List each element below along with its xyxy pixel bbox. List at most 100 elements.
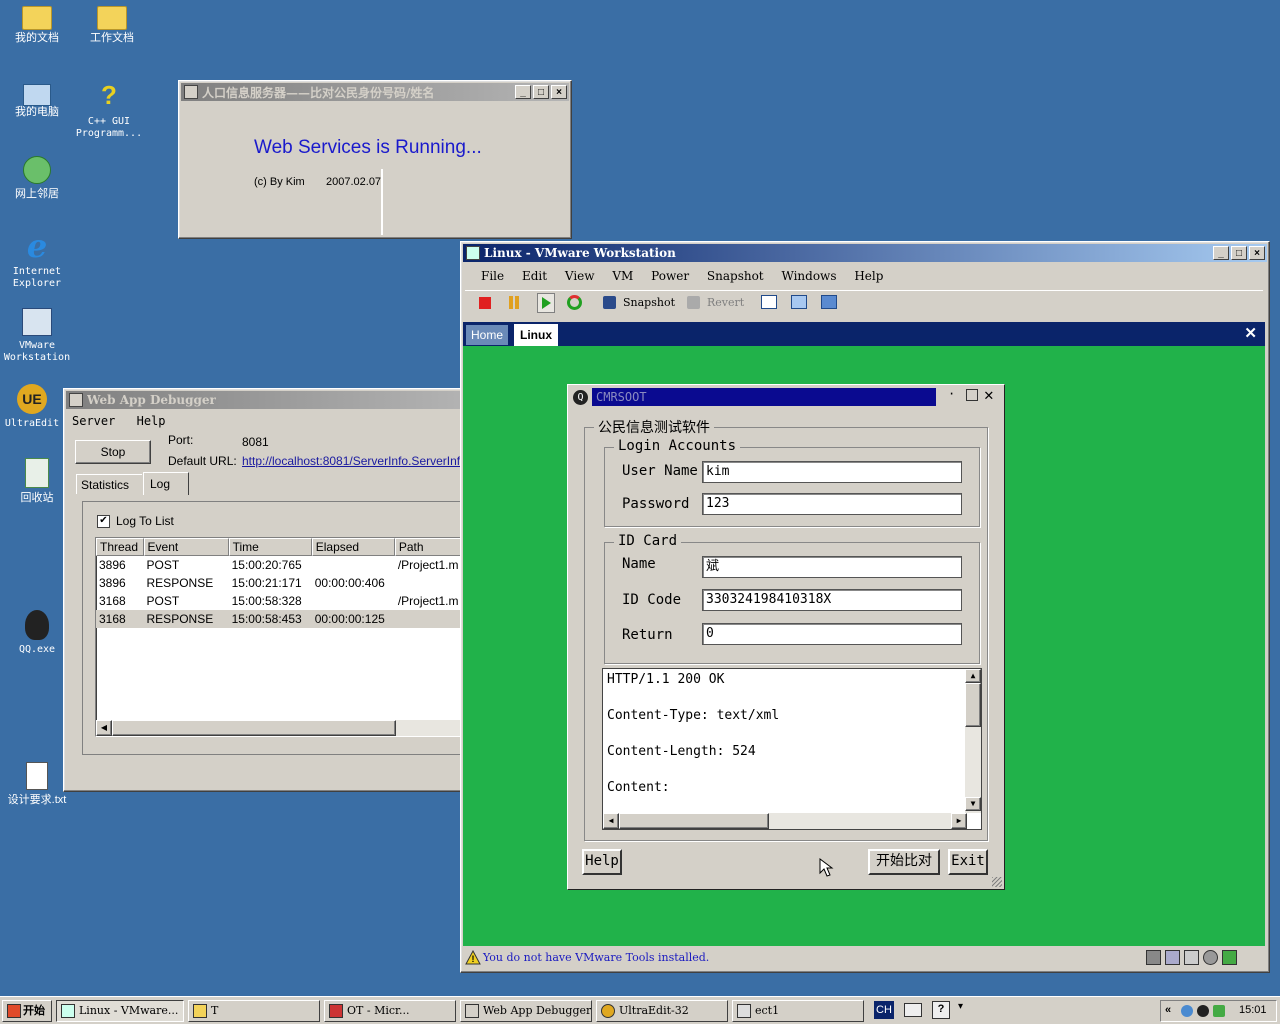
sidebar-toggle-icon[interactable] (761, 295, 777, 309)
menu-edit[interactable]: Edit (522, 269, 547, 283)
network-device-icon[interactable] (1146, 950, 1161, 965)
column-elapsed[interactable]: Elapsed (311, 538, 395, 556)
cdrom-device-icon[interactable] (1165, 950, 1180, 965)
stop-button[interactable]: Stop (75, 440, 151, 464)
floppy-device-icon[interactable] (1184, 950, 1199, 965)
taskbar-item-word[interactable]: OT - Micr... (324, 1000, 456, 1022)
menu-view[interactable]: View (565, 269, 595, 283)
vmware-tools-warning[interactable]: You do not have VMware Tools installed. (483, 951, 709, 964)
ime-indicator[interactable]: CH (874, 1001, 894, 1019)
network-tray-icon[interactable] (1181, 1005, 1193, 1017)
scrollbar-thumb[interactable] (619, 813, 769, 829)
clock[interactable]: 15:01 (1239, 1004, 1267, 1016)
vmware-titlebar[interactable]: Linux - VMware Workstation _ □ × (463, 244, 1267, 262)
keyboard-icon[interactable] (904, 1003, 922, 1017)
menu-file[interactable]: File (481, 269, 504, 283)
user-name-field[interactable]: kim (702, 461, 962, 483)
snapshot-button[interactable]: Snapshot (623, 296, 675, 309)
help-icon[interactable]: ? (932, 1001, 950, 1019)
table-row[interactable]: 3168 POST 15:00:58:328 /Project1.m (96, 592, 474, 610)
tab-log[interactable]: Log (143, 472, 189, 495)
desktop-icon-vmware[interactable]: VMware Workstation (0, 308, 74, 364)
maximize-button[interactable]: □ (1231, 246, 1247, 260)
vm-guest-display[interactable]: Q CMRSOOT · ✕ 公民信息测试软件 Login Accounts Us… (463, 346, 1265, 946)
menu-help[interactable]: Help (854, 269, 883, 283)
table-row[interactable]: 3896 POST 15:00:20:765 /Project1.m (96, 556, 474, 574)
server-window-titlebar[interactable]: 人口信息服务器——比对公民身份号码/姓名 _ □ × (181, 83, 569, 101)
start-button[interactable]: 开始 (2, 1000, 52, 1022)
tab-statistics[interactable]: Statistics (76, 474, 142, 494)
response-textarea[interactable]: HTTP/1.1 200 OK Content-Type: text/xml C… (602, 668, 982, 830)
revert-button[interactable]: Revert (707, 296, 744, 309)
maximize-icon[interactable] (966, 389, 978, 401)
desktop-icon-work-docs[interactable]: 工作文档 (75, 4, 149, 44)
tab-home[interactable]: Home (466, 325, 508, 345)
scroll-left-button[interactable]: ◀ (603, 813, 619, 829)
quick-switch-icon[interactable] (821, 295, 837, 309)
resize-grip[interactable] (992, 877, 1002, 887)
log-to-list-checkbox[interactable]: ✔ (97, 515, 110, 528)
close-tab-icon[interactable]: ✕ (1244, 324, 1257, 342)
maximize-button[interactable]: □ (533, 85, 549, 99)
table-row[interactable]: 3168 RESPONSE 15:00:58:453 00:00:00:125 (96, 610, 474, 628)
column-thread[interactable]: Thread (96, 538, 144, 556)
fullscreen-icon[interactable] (791, 295, 807, 309)
close-icon[interactable]: ✕ (984, 385, 994, 404)
taskbar-item-ultraedit[interactable]: UltraEdit-32 (596, 1000, 728, 1022)
start-compare-button[interactable]: 开始比对 (868, 849, 940, 875)
menu-power[interactable]: Power (651, 269, 689, 283)
stop-icon[interactable] (479, 297, 491, 309)
minimize-button[interactable]: _ (1213, 246, 1229, 260)
id-code-field[interactable]: 330324198410318X (702, 589, 962, 611)
help-button[interactable]: Help (582, 849, 622, 875)
exit-button[interactable]: Exit (948, 849, 988, 875)
qt-titlebar[interactable]: Q CMRSOOT · ✕ (570, 385, 1002, 409)
close-button[interactable]: × (1249, 246, 1265, 260)
desktop-icon-ie[interactable]: e Internet Explorer (0, 230, 74, 290)
desktop-icon-my-computer[interactable]: 我的电脑 (0, 80, 74, 118)
reset-icon[interactable] (567, 295, 582, 310)
menu-snapshot[interactable]: Snapshot (707, 269, 764, 283)
horizontal-scrollbar[interactable]: ◀ ▶ (603, 813, 967, 829)
vertical-scrollbar[interactable]: ▲ ▼ (965, 669, 981, 813)
scrollbar-thumb[interactable] (965, 683, 981, 727)
menu-server[interactable]: Server (72, 414, 115, 428)
column-event[interactable]: Event (143, 538, 229, 556)
minimize-icon[interactable]: · (948, 387, 955, 401)
scroll-right-button[interactable]: ▶ (951, 813, 967, 829)
ime-menu-icon[interactable]: ▾ (958, 1001, 963, 1012)
password-field[interactable]: 123 (702, 493, 962, 515)
taskbar-item-project[interactable]: ect1 (732, 1000, 864, 1022)
scroll-up-button[interactable]: ▲ (965, 669, 981, 683)
scrollbar-thumb[interactable] (112, 720, 396, 736)
desktop-icon-cpp-gui[interactable]: ? C++ GUI Programm... (72, 80, 146, 140)
minimize-button[interactable]: _ (515, 85, 531, 99)
desktop-icon-ultraedit[interactable]: UE UltraEdit (0, 384, 64, 430)
tray-expand-icon[interactable]: « (1165, 1004, 1171, 1016)
desktop-icon-my-documents[interactable]: 我的文档 (0, 4, 74, 44)
default-url-link[interactable]: http://localhost:8081/ServerInfo.ServerI… (242, 454, 460, 468)
log-list[interactable]: Thread Event Time Elapsed Path 3896 POST… (95, 537, 475, 737)
usb-device-icon[interactable] (1203, 950, 1218, 965)
taskbar-item-vmware[interactable]: Linux - VMware... (56, 1000, 184, 1022)
menu-windows[interactable]: Windows (781, 269, 836, 283)
scroll-down-button[interactable]: ▼ (965, 797, 981, 811)
desktop-icon-network[interactable]: 网上邻居 (0, 156, 74, 200)
play-button[interactable] (537, 293, 555, 313)
pause-icon[interactable] (509, 296, 513, 309)
table-row[interactable]: 3896 RESPONSE 15:00:21:171 00:00:00:406 (96, 574, 474, 592)
horizontal-scrollbar[interactable]: ◀ (96, 720, 474, 736)
harddisk-device-icon[interactable] (1222, 950, 1237, 965)
debugger-titlebar[interactable]: Web App Debugger (66, 391, 482, 409)
taskbar-item-folder[interactable]: T (188, 1000, 320, 1022)
close-button[interactable]: × (551, 85, 567, 99)
app-tray-icon[interactable] (1213, 1005, 1225, 1017)
column-time[interactable]: Time (228, 538, 312, 556)
menu-vm[interactable]: VM (612, 269, 633, 283)
name-field[interactable]: 斌 (702, 556, 962, 578)
menu-help[interactable]: Help (137, 414, 166, 428)
return-field[interactable]: 0 (702, 623, 962, 645)
qq-tray-icon[interactable] (1197, 1005, 1209, 1017)
scroll-left-button[interactable]: ◀ (96, 720, 112, 736)
taskbar-item-debugger[interactable]: Web App Debugger (460, 1000, 592, 1022)
